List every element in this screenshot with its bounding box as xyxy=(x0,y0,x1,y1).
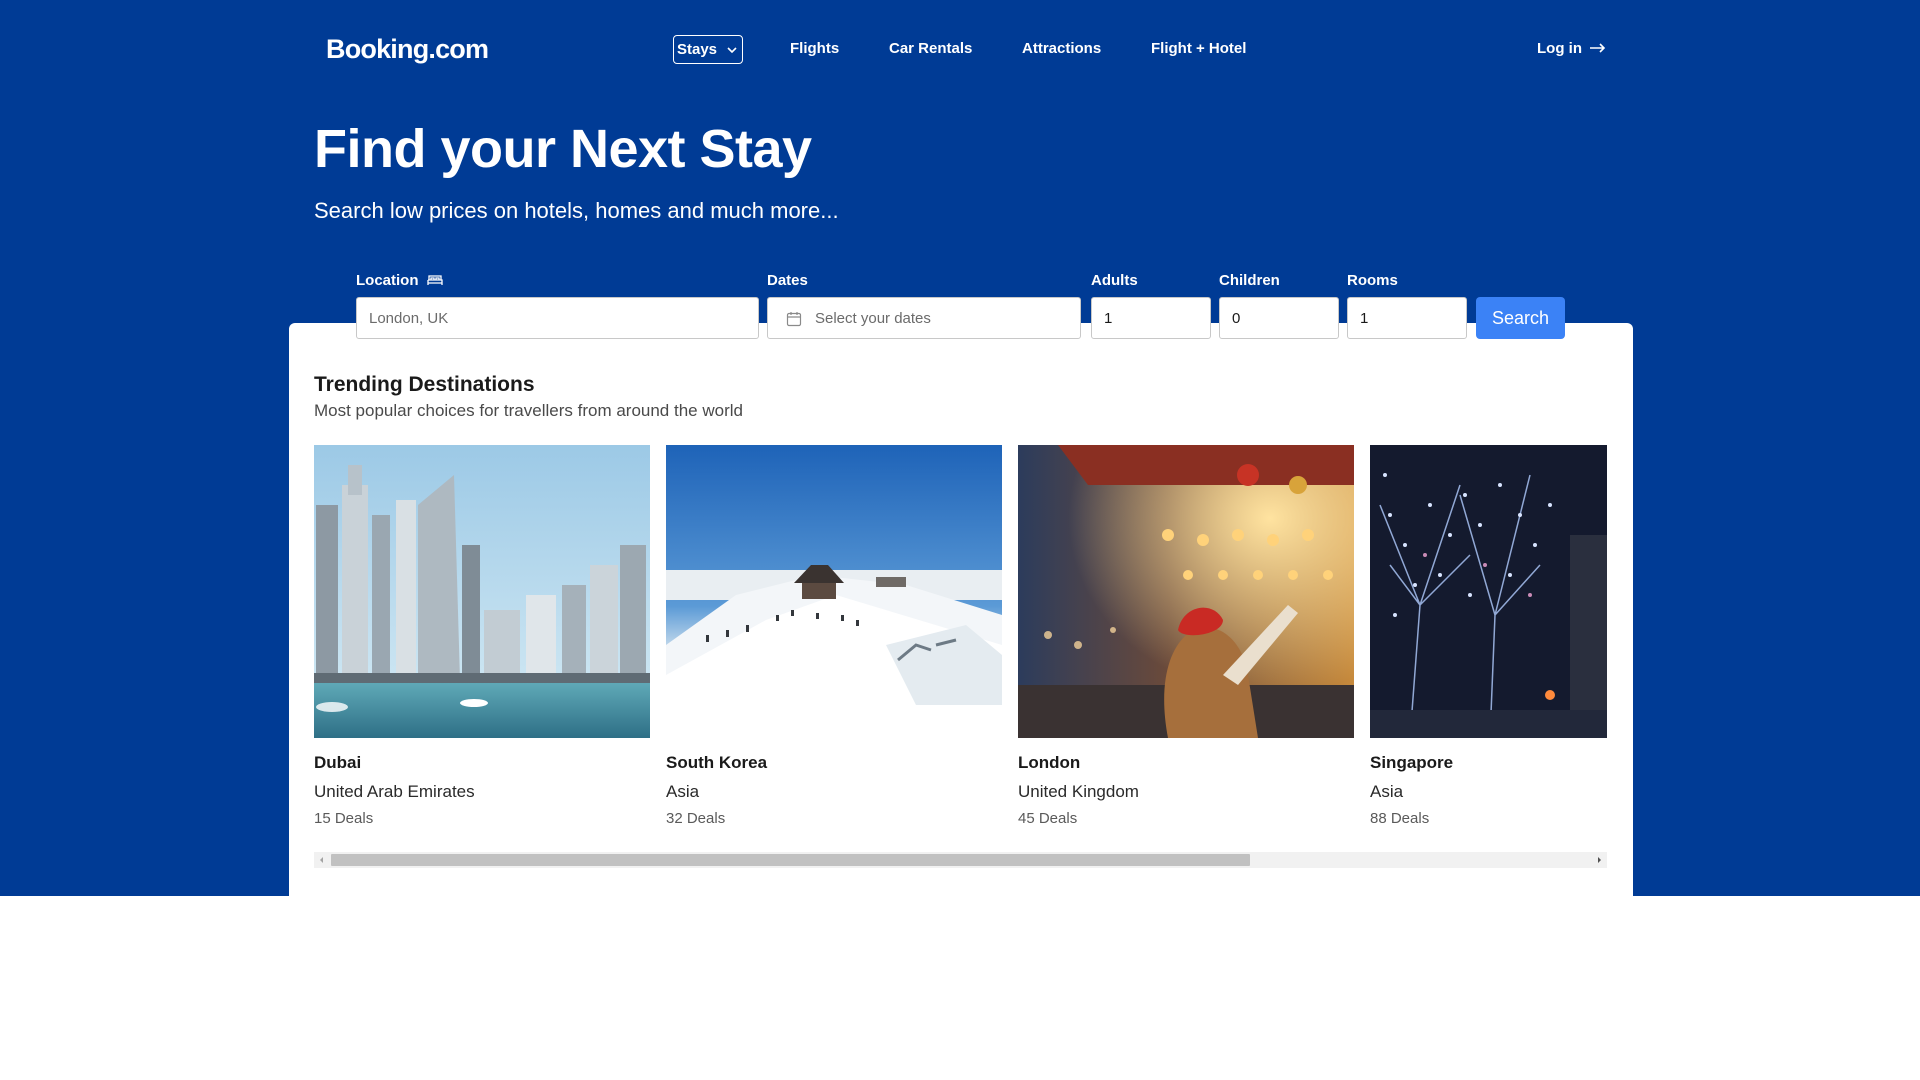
dates-placeholder: Select your dates xyxy=(815,310,931,327)
location-label: Location xyxy=(356,272,443,289)
dates-picker[interactable]: Select your dates xyxy=(767,297,1081,339)
adults-input[interactable] xyxy=(1091,297,1211,339)
destination-city: Singapore xyxy=(1370,753,1454,772)
destination-city: Dubai xyxy=(314,753,362,772)
destination-city: London xyxy=(1018,753,1081,772)
arrow-right-icon xyxy=(1590,40,1606,57)
location-input[interactable] xyxy=(356,297,759,339)
children-label: Children xyxy=(1219,272,1280,289)
destination-region: United Arab Emirates xyxy=(314,782,475,801)
destination-city: South Korea xyxy=(666,753,768,772)
dates-label: Dates xyxy=(767,272,808,289)
destination-deals: 88 Deals xyxy=(1370,810,1430,827)
section-title: Trending Destinations xyxy=(314,373,535,396)
rooms-input[interactable] xyxy=(1347,297,1467,339)
destination-region: United Kingdom xyxy=(1018,782,1139,801)
destination-card[interactable]: London United Kingdom 45 Deals xyxy=(1018,445,1354,830)
adults-label: Adults xyxy=(1091,272,1138,289)
destination-image-dubai xyxy=(314,445,650,738)
destination-image-south-korea xyxy=(666,445,1002,738)
children-input[interactable] xyxy=(1219,297,1339,339)
carousel-scrollbar[interactable] xyxy=(314,852,1607,868)
rooms-label: Rooms xyxy=(1347,272,1398,289)
destination-card[interactable]: Dubai United Arab Emirates 15 Deals xyxy=(314,445,650,830)
scroll-left-arrow-icon[interactable] xyxy=(314,852,330,868)
location-label-text: Location xyxy=(356,272,419,289)
destination-deals: 45 Deals xyxy=(1018,810,1078,827)
calendar-icon xyxy=(786,312,802,327)
destination-deals: 15 Deals xyxy=(314,810,374,827)
destination-image-london xyxy=(1018,445,1354,738)
bed-icon xyxy=(426,275,443,285)
nav-flight-hotel[interactable]: Flight + Hotel xyxy=(1151,40,1246,57)
nav-flights[interactable]: Flights xyxy=(790,40,839,57)
nav-stays[interactable]: Stays xyxy=(673,35,743,64)
page-subtitle: Search low prices on hotels, homes and m… xyxy=(314,198,839,223)
page-title: Find your Next Stay xyxy=(314,119,812,179)
scrollbar-thumb[interactable] xyxy=(331,854,1250,866)
nav-stays-label: Stays xyxy=(677,41,718,58)
destinations-carousel[interactable]: Dubai United Arab Emirates 15 Deals Sout… xyxy=(314,445,1607,830)
destination-region: Asia xyxy=(1370,782,1404,801)
destination-deals: 32 Deals xyxy=(666,810,726,827)
destination-card[interactable]: South Korea Asia 32 Deals xyxy=(666,445,1002,830)
destination-image-singapore xyxy=(1370,445,1607,738)
nav-car-rentals[interactable]: Car Rentals xyxy=(889,40,972,57)
nav-attractions[interactable]: Attractions xyxy=(1022,40,1101,57)
destination-region: Asia xyxy=(666,782,700,801)
destination-card[interactable]: Singapore Asia 88 Deals xyxy=(1370,445,1607,830)
brand-logo[interactable]: Booking.com xyxy=(326,34,489,65)
login-label: Log in xyxy=(1537,40,1582,57)
chevron-down-icon xyxy=(727,47,737,54)
section-subtitle: Most popular choices for travellers from… xyxy=(314,401,743,420)
scroll-right-arrow-icon[interactable] xyxy=(1591,852,1607,868)
search-button[interactable]: Search xyxy=(1476,297,1565,339)
login-button[interactable]: Log in xyxy=(1537,40,1606,57)
